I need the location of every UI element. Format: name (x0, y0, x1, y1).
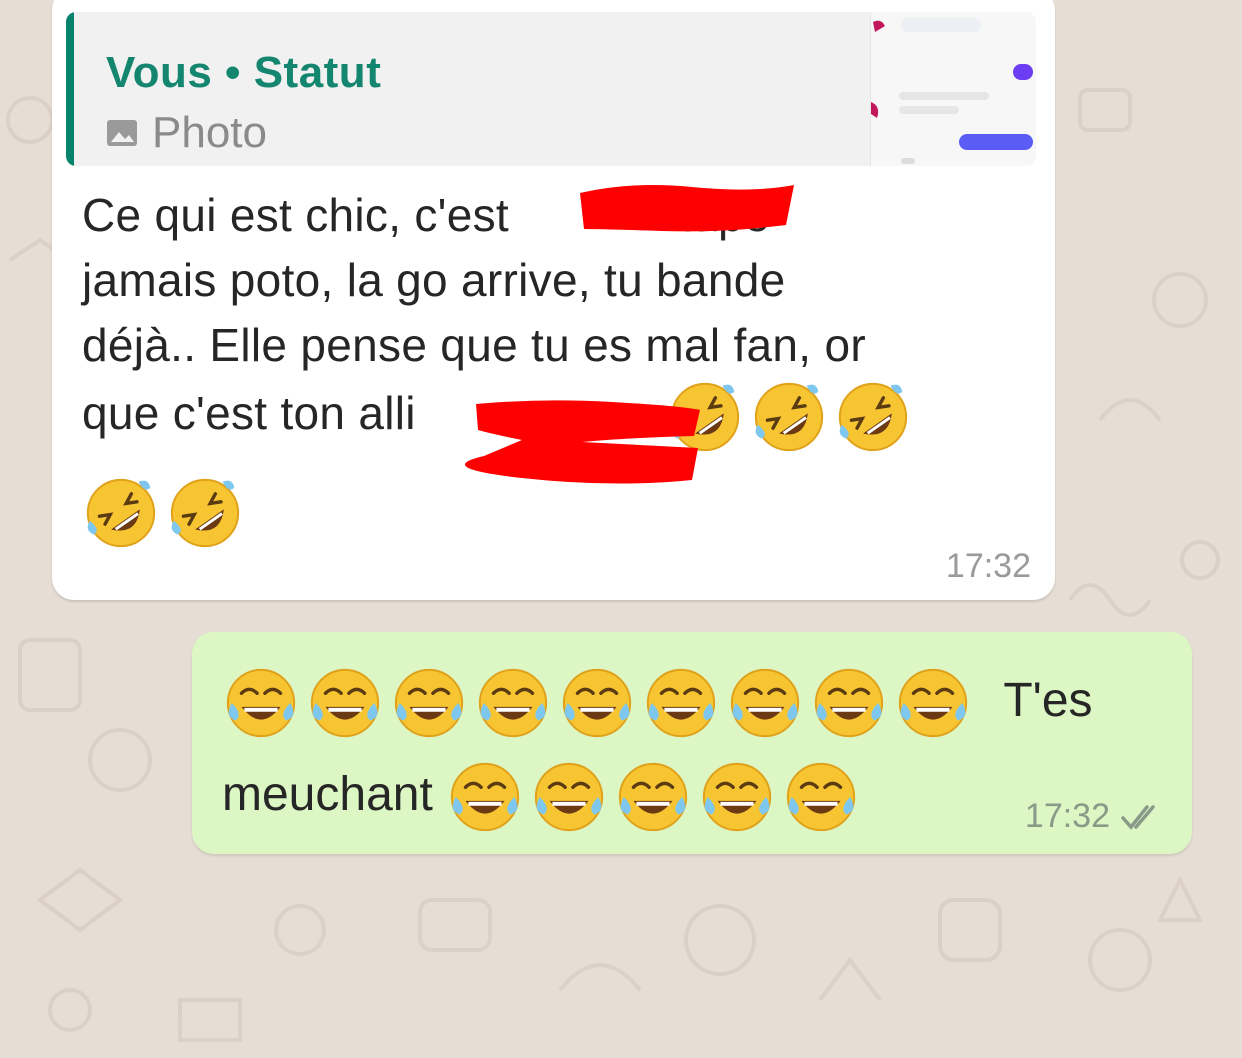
message-line-1-end: tape (679, 189, 770, 241)
face-with-tears-of-joy-emoji (562, 669, 632, 738)
outgoing-message-bubble[interactable]: T'es meuchant 17:32 (192, 632, 1192, 854)
status-thumbnail (870, 12, 1036, 166)
face-with-tears-of-joy-emoji (646, 669, 716, 738)
message-line-3: déjà.. Elle pense que tu es mal fan, or (82, 319, 866, 371)
photo-icon (107, 120, 137, 146)
face-with-tears-of-joy-emoji (535, 763, 604, 832)
face-with-tears-of-joy-emoji (703, 763, 772, 832)
face-with-tears-of-joy-emoji (478, 669, 548, 738)
message-timestamp: 17:32 (1024, 797, 1110, 835)
rolling-on-floor-laughing-emoji (170, 478, 240, 548)
face-with-tears-of-joy-emoji (787, 763, 856, 832)
face-with-tears-of-joy-emoji (898, 669, 968, 738)
quote-type-row: Photo (106, 108, 267, 158)
quote-accent-bar (66, 12, 74, 166)
message-line-4: que c'est ton alli (82, 387, 416, 440)
rolling-on-floor-laughing-emoji (838, 382, 907, 452)
face-with-tears-of-joy-emoji (451, 763, 520, 832)
face-with-tears-of-joy-emoji (814, 669, 884, 738)
message-timestamp: 17:32 (945, 547, 1031, 585)
face-with-tears-of-joy-emoji (310, 669, 380, 738)
quoted-status-reply[interactable]: Vous • Statut Photo (66, 12, 1036, 166)
face-with-tears-of-joy-emoji (226, 669, 296, 738)
quote-author: Vous (106, 48, 213, 97)
quote-author-line: Vous • Statut (106, 48, 381, 98)
message-meta: 17:32 (1025, 797, 1164, 836)
emoji-row (666, 378, 912, 456)
quote-type-label: Photo (152, 108, 267, 157)
message-word-2: meuchant (222, 768, 433, 821)
message-line-2: jamais poto, la go arrive, tu bande (82, 254, 786, 306)
rolling-on-floor-laughing-emoji (86, 478, 156, 548)
face-with-tears-of-joy-emoji (619, 763, 688, 832)
rolling-on-floor-laughing-emoji (670, 382, 739, 452)
incoming-message-text: Ce qui est chic, c'est tape jamais poto, … (82, 183, 1012, 552)
face-with-tears-of-joy-emoji (394, 669, 464, 738)
face-with-tears-of-joy-emoji (730, 669, 800, 738)
quote-source: Statut (253, 48, 382, 97)
emoji-row (222, 664, 972, 742)
quote-separator: • (225, 48, 241, 97)
double-check-icon (1121, 804, 1155, 830)
emoji-row (82, 474, 244, 552)
message-word-1: T'es (1003, 674, 1093, 727)
message-line-1: Ce qui est chic, c'est (82, 189, 510, 241)
emoji-row (446, 758, 860, 836)
rolling-on-floor-laughing-emoji (754, 382, 823, 452)
incoming-message-bubble[interactable]: Vous • Statut Photo Ce qui est chic, c'e… (52, 0, 1055, 600)
